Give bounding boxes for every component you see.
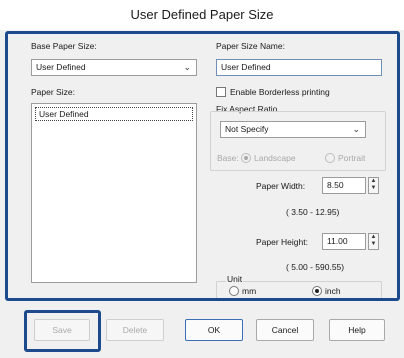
save-highlight-frame — [24, 310, 101, 352]
window-title: User Defined Paper Size — [0, 0, 404, 30]
cancel-button[interactable]: Cancel — [256, 319, 314, 341]
delete-button[interactable]: Delete — [106, 319, 164, 341]
settings-highlight-frame — [5, 31, 400, 301]
user-defined-paper-size-dialog: User Defined Paper Size Base Paper Size:… — [0, 0, 404, 358]
ok-button[interactable]: OK — [185, 319, 243, 341]
help-button[interactable]: Help — [329, 319, 385, 341]
